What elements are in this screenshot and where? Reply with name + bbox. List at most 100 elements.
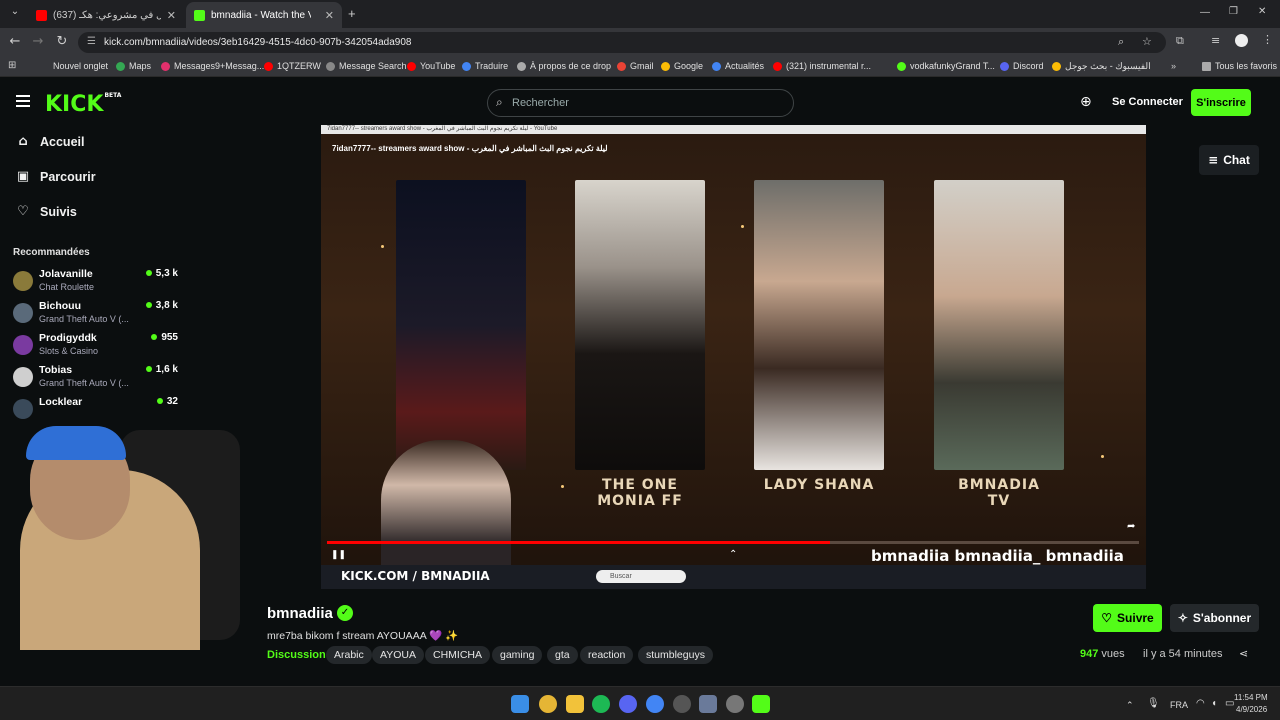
sidebar-item-browse[interactable]: ▣ Parcourir: [16, 169, 96, 184]
nominee-name-line: TV: [987, 493, 1011, 509]
bookmark-item[interactable]: Maps: [116, 61, 151, 71]
language-indicator[interactable]: FRA: [1170, 700, 1188, 710]
settings-icon[interactable]: [726, 695, 744, 713]
reload-icon[interactable]: ↻: [51, 34, 73, 49]
tray-chevron-icon[interactable]: ⌃: [1126, 700, 1134, 711]
apps-icon[interactable]: ⊞: [8, 60, 16, 71]
video-player[interactable]: 7idan7777-- streamers award show - ليلة …: [321, 125, 1146, 589]
home-icon: ⌂: [18, 134, 28, 149]
upload-time: il y a 54 minutes: [1143, 648, 1223, 660]
bookmark-item[interactable]: vodkafunkyGrand T...: [897, 61, 995, 71]
tag-chip[interactable]: gaming: [492, 646, 543, 664]
microphone-icon[interactable]: 🎙: [1147, 698, 1160, 709]
bookmark-item[interactable]: Message Search: [326, 61, 407, 71]
tag-chip[interactable]: Arabic: [326, 646, 372, 664]
extensions-icon[interactable]: ⧉: [1176, 34, 1184, 48]
windows-start-icon[interactable]: [511, 695, 529, 713]
tag-chip[interactable]: CHMICHA: [425, 646, 490, 664]
chrome-icon[interactable]: [539, 695, 557, 713]
forward-icon[interactable]: →: [27, 34, 49, 49]
tag-chip[interactable]: AYOUA: [372, 646, 424, 664]
video-progress-bar[interactable]: [327, 541, 1139, 544]
recommended-channel[interactable]: Tobias Grand Theft Auto V (... 1,6 k: [13, 364, 178, 394]
search-input[interactable]: ⌕ Rechercher: [487, 89, 794, 117]
close-icon[interactable]: ✕: [325, 9, 334, 22]
bookmark-item[interactable]: Messages9+Messag...: [161, 61, 264, 71]
signup-button[interactable]: S'inscrire: [1191, 89, 1251, 116]
kick-logo[interactable]: KICKBETA: [45, 92, 121, 117]
bookmark-item[interactable]: YouTube: [407, 61, 455, 71]
share-icon[interactable]: ⋖: [1239, 647, 1248, 660]
hamburger-menu-icon[interactable]: [16, 95, 30, 107]
minimize-icon[interactable]: —: [1200, 7, 1210, 18]
bookmark-item[interactable]: 1QTZERW: [264, 61, 321, 71]
recommended-title: Recommandées: [13, 247, 90, 258]
menu-icon[interactable]: ⋮: [1262, 33, 1273, 46]
media-icon[interactable]: ≡: [1211, 34, 1220, 47]
sidebar-item-home[interactable]: ⌂ Accueil: [16, 134, 84, 149]
streamer-name[interactable]: bmnadiia: [267, 605, 333, 622]
tab-kick[interactable]: bmnadiia - Watch the VOD ✕: [186, 2, 342, 28]
back-icon[interactable]: ←: [4, 34, 26, 49]
tag-chip[interactable]: gta: [547, 646, 578, 664]
more-bookmarks-icon[interactable]: »: [1171, 61, 1176, 71]
bookmark-item[interactable]: Discord: [1000, 61, 1044, 71]
all-bookmarks[interactable]: Tous les favoris: [1202, 61, 1277, 71]
spotify-icon[interactable]: [592, 695, 610, 713]
bookmark-item[interactable]: (321) instrumental r...: [773, 61, 871, 71]
signin-button[interactable]: Se Connecter: [1112, 96, 1183, 108]
recommended-channel[interactable]: Bichouu Grand Theft Auto V (... 3,8 k: [13, 300, 178, 330]
subscribe-button[interactable]: ✧ S'abonner: [1170, 604, 1259, 632]
restore-icon[interactable]: ❐: [1229, 6, 1238, 17]
follow-button[interactable]: ♡ Suivre: [1093, 604, 1162, 632]
chrome-icon[interactable]: [646, 695, 664, 713]
clock-date[interactable]: 4/9/2026: [1236, 705, 1267, 714]
new-tab-icon[interactable]: +: [348, 6, 356, 21]
window-close-icon[interactable]: ✕: [1258, 6, 1266, 17]
close-icon[interactable]: ✕: [167, 9, 176, 22]
bookmark-star-icon[interactable]: ☆: [1142, 35, 1152, 48]
tab-youtube[interactable]: (637) يوم كامل في مشروعي: هكـ ✕: [28, 2, 184, 28]
chat-icon: ≡: [1208, 153, 1219, 167]
kick-app-icon[interactable]: [752, 695, 770, 713]
tag-chip[interactable]: reaction: [580, 646, 634, 664]
share-video-icon[interactable]: ➦: [1127, 521, 1135, 532]
category-link[interactable]: Discussion: [267, 649, 326, 661]
wifi-icon[interactable]: ◠: [1196, 698, 1205, 709]
discord-icon[interactable]: [619, 695, 637, 713]
sidebar-item-following[interactable]: ♡ Suivis: [16, 204, 77, 219]
bookmark-item[interactable]: الفيسبوك - بحث جوجل: [1052, 61, 1151, 72]
tab-label: (637) يوم كامل في مشروعي: هكـ: [53, 9, 161, 21]
recommended-channel[interactable]: Prodigyddk Slots & Casino 955: [13, 332, 178, 362]
kick-icon: [897, 61, 906, 71]
subscribe-label: S'abonner: [1192, 611, 1252, 625]
bookmark-item[interactable]: À propos de ce drop: [517, 61, 611, 71]
star-icon: ✧: [1177, 611, 1188, 625]
recommended-channel[interactable]: Jolavanille Chat Roulette 5,3 k: [13, 268, 178, 298]
bookmark-item[interactable]: Actualités: [712, 61, 764, 71]
nominee-name-line: LADY SHANA: [763, 477, 875, 493]
file-explorer-icon[interactable]: [566, 695, 584, 713]
bookmark-label: Actualités: [725, 61, 765, 71]
volume-icon[interactable]: ◖: [1211, 698, 1217, 709]
chat-toggle-button[interactable]: ≡ Chat: [1199, 145, 1259, 175]
bookmark-label: الفيسبوك - بحث جوجل: [1065, 61, 1151, 71]
address-bar[interactable]: ☰ kick.com/bmnadiia/videos/3eb16429-4515…: [78, 32, 1166, 53]
bookmark-item[interactable]: Google: [661, 61, 703, 71]
pause-icon[interactable]: ❚❚: [331, 549, 346, 560]
clock-time[interactable]: 11:54 PM: [1234, 693, 1268, 702]
profile-avatar[interactable]: [1235, 34, 1248, 47]
tag-chip[interactable]: stumbleguys: [638, 646, 713, 664]
telegram-icon[interactable]: [699, 695, 717, 713]
tab-list-icon[interactable]: ⌄: [4, 6, 26, 17]
bookmark-item[interactable]: Nouvel onglet: [53, 61, 108, 71]
bookmark-item[interactable]: Gmail: [617, 61, 654, 71]
sidebar-item-label: Suivis: [40, 204, 77, 219]
site-info-icon[interactable]: ☰: [87, 36, 96, 47]
language-globe-icon[interactable]: ⊕: [1080, 94, 1092, 110]
obs-icon[interactable]: [673, 695, 691, 713]
chevron-up-icon[interactable]: ⌃: [729, 549, 737, 560]
zoom-icon[interactable]: ⌕: [1118, 35, 1124, 49]
message-icon: [326, 61, 335, 71]
bookmark-item[interactable]: Traduire: [462, 61, 508, 71]
